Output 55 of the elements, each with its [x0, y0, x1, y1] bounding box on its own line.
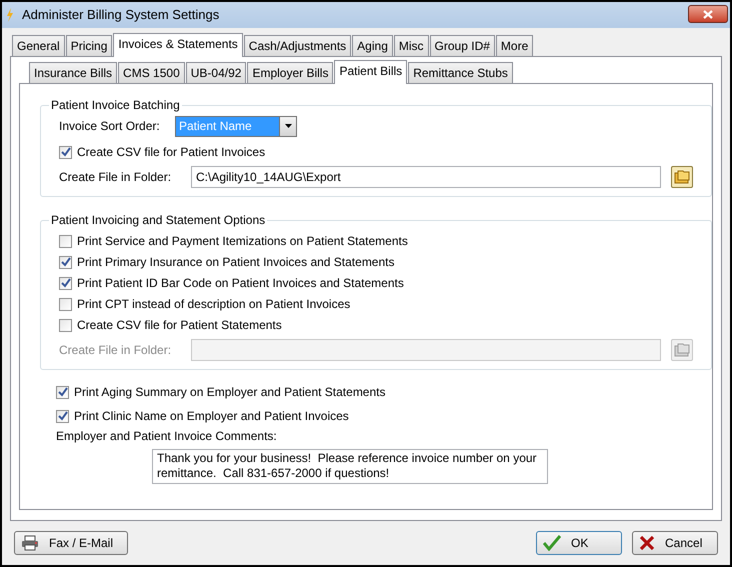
checkbox[interactable]	[59, 318, 72, 332]
tab[interactable]: Patient Bills	[334, 60, 408, 84]
field-label: Create File in Folder:	[59, 169, 172, 186]
field-label: Invoice Sort Order:	[59, 118, 161, 135]
checkmark-icon	[543, 535, 561, 551]
tab[interactable]: Invoices & Statements	[113, 33, 243, 57]
cross-icon	[639, 535, 655, 551]
close-button[interactable]	[688, 5, 728, 23]
group-title: Patient Invoice Batching	[50, 97, 181, 114]
tab[interactable]: Remittance Stubs	[408, 62, 513, 83]
tab[interactable]: UB-04/92	[186, 62, 246, 83]
checkbox-label[interactable]: Print Aging Summary on Employer and Patient Statements	[74, 383, 386, 401]
lightning-icon	[6, 8, 14, 22]
checkbox[interactable]	[59, 256, 72, 268]
tab[interactable]: Misc	[394, 35, 429, 56]
tab[interactable]: Group ID#	[430, 35, 495, 56]
checkbox[interactable]	[59, 146, 72, 158]
checkmark-icon	[58, 411, 68, 421]
checkbox[interactable]	[56, 410, 69, 422]
tab[interactable]: General	[12, 35, 65, 56]
field-label: Create File in Folder:	[59, 342, 172, 359]
checkbox[interactable]	[56, 386, 69, 398]
checkbox-label[interactable]: Create CSV file for Patient Invoices	[77, 143, 266, 161]
tab[interactable]: CMS 1500	[118, 62, 185, 83]
checkbox-label[interactable]: Print CPT instead of description on Patient Invoices	[77, 295, 350, 313]
tab[interactable]: Pricing	[66, 35, 112, 56]
checkmark-icon	[58, 387, 68, 397]
window-title: Administer Billing System Settings	[22, 6, 220, 24]
checkbox-label[interactable]: Print Service and Payment Itemizations on Patient Statements	[77, 232, 408, 250]
checkmark-icon	[60, 147, 70, 157]
tab[interactable]: Employer Bills	[247, 62, 334, 83]
tab[interactable]: Aging	[352, 35, 393, 56]
group-title: Patient Invoicing and Statement Options	[50, 212, 266, 229]
folder-field[interactable]: C:\Agility10_14AUG\Export	[191, 166, 661, 188]
checkmark-icon	[60, 257, 70, 267]
cancel-button[interactable]: Cancel	[632, 531, 718, 555]
browse-folder-button[interactable]	[671, 166, 693, 188]
checkbox-label[interactable]: Print Patient ID Bar Code on Patient Invoices and Statements	[77, 274, 404, 292]
ok-button[interactable]: OK	[536, 531, 622, 555]
checkbox-label[interactable]: Create CSV file for Patient Statements	[77, 316, 282, 334]
fax-email-button[interactable]: Fax / E-Mail	[14, 531, 128, 555]
tab[interactable]: Insurance Bills	[29, 62, 118, 83]
checkbox-label[interactable]: Print Primary Insurance on Patient Invoices and Statements	[77, 253, 394, 271]
printer-icon	[21, 535, 39, 551]
checkbox[interactable]	[59, 234, 72, 248]
checkbox-label[interactable]: Print Clinic Name on Employer and Patient Invoices	[74, 407, 349, 425]
comments-field[interactable]: Thank you for your business! Please reference invoice number on your remittance. Call 831-657-2000 if questions!	[152, 449, 548, 484]
checkbox[interactable]	[59, 298, 72, 310]
tab[interactable]: More	[496, 35, 534, 56]
caret-icon	[284, 124, 292, 128]
close-icon	[703, 10, 713, 18]
field-label: Employer and Patient Invoice Comments:	[55, 428, 278, 445]
tab[interactable]: Cash/Adjustments	[244, 35, 352, 56]
checkbox[interactable]	[59, 276, 72, 290]
checkmark-icon	[60, 278, 70, 288]
